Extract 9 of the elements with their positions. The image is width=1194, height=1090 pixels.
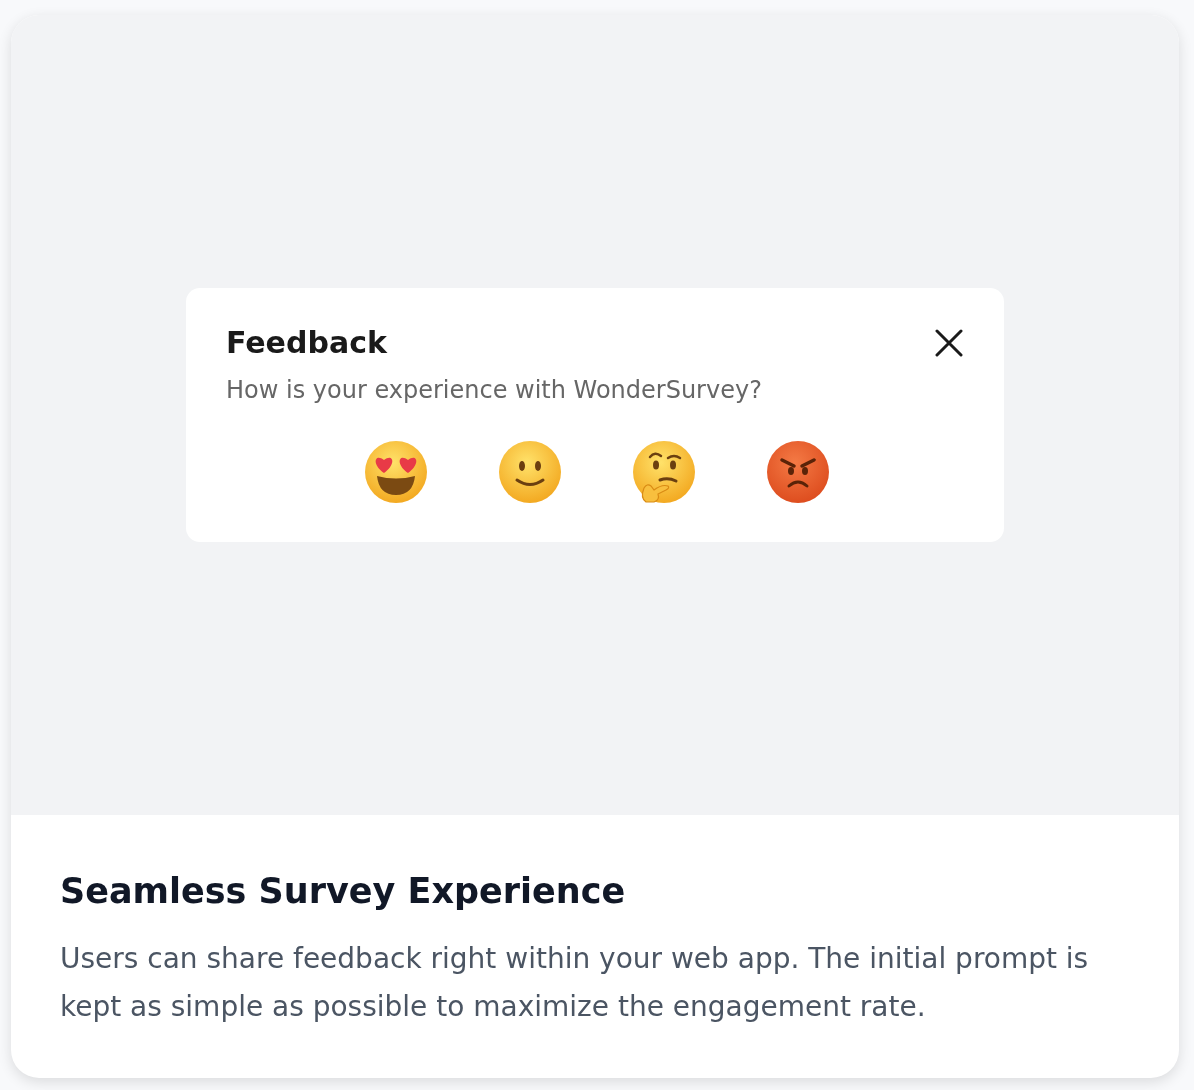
- dialog-question: How is your experience with WonderSurvey?: [226, 376, 763, 404]
- feature-heading: Seamless Survey Experience: [60, 870, 627, 913]
- heart-eyes-face-icon[interactable]: [363, 440, 428, 504]
- close-icon: [935, 329, 963, 357]
- feature-description: Users can share feedback right within your web app. The initial prompt is kept as simple as possible to maximize the engagement rate.: [60, 941, 1090, 1025]
- dialog-title: Feedback: [226, 325, 387, 361]
- angry-face-icon[interactable]: [765, 440, 830, 504]
- smiling-face-icon[interactable]: [497, 440, 562, 504]
- thinking-face-icon[interactable]: [631, 440, 696, 504]
